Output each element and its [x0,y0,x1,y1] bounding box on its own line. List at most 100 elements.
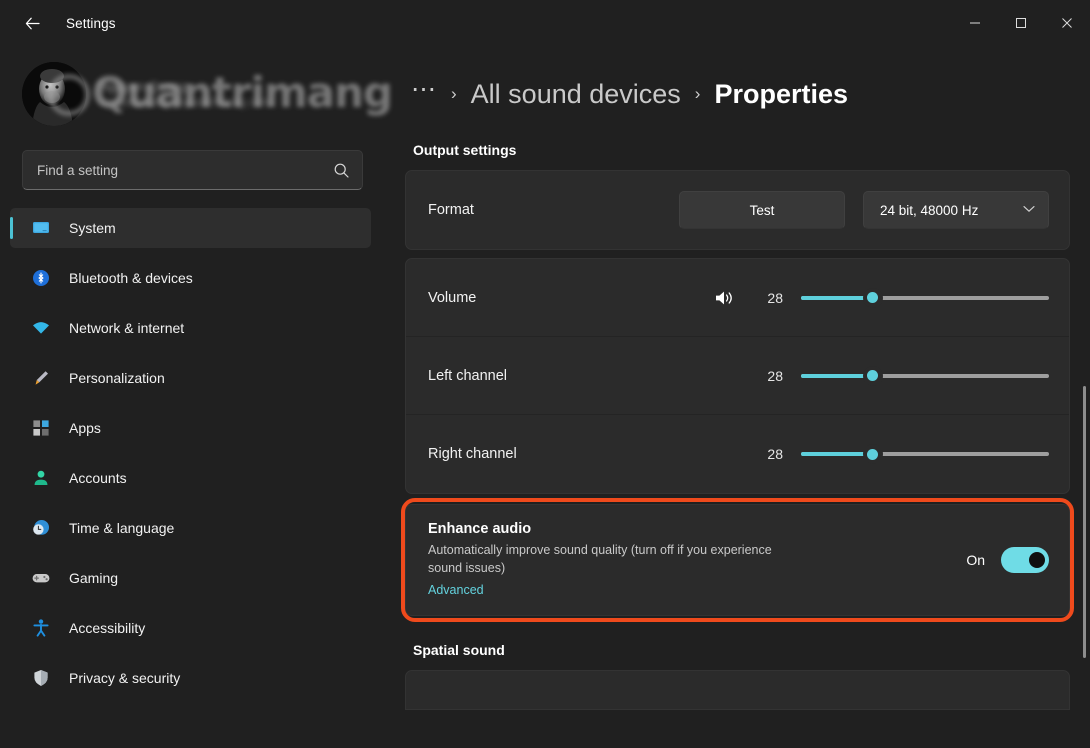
search-input[interactable] [37,163,333,178]
page-title: Properties [714,79,848,110]
close-icon [1061,17,1073,29]
sidebar-item-label: Network & internet [69,320,184,336]
sidebar-item-label: Gaming [69,570,118,586]
slider-thumb[interactable] [863,444,883,464]
format-card: Format Test 24 bit, 48000 Hz [405,170,1070,250]
format-dropdown-value: 24 bit, 48000 Hz [880,203,978,218]
right-channel-controls: 28 [757,443,1049,465]
scrollbar-thumb[interactable] [1083,386,1086,658]
close-button[interactable] [1044,0,1090,46]
advanced-link[interactable]: Advanced [428,583,484,597]
sidebar-item-privacy-security[interactable]: Privacy & security [10,658,371,698]
output-settings-heading: Output settings [405,142,1070,170]
sidebar-item-network-internet[interactable]: Network & internet [10,308,371,348]
enhance-audio-toggle-group: On [966,547,1049,573]
clock-globe-icon [30,517,52,539]
breadcrumb-overflow-button[interactable]: ⋯ [411,89,437,99]
right-channel-value: 28 [757,446,783,462]
minimize-icon [969,17,981,29]
breadcrumb: ⋯ › All sound devices › Properties [405,46,1070,142]
sidebar-item-label: Time & language [69,520,174,536]
format-row: Format Test 24 bit, 48000 Hz [406,171,1069,249]
window-controls [952,0,1090,46]
settings-window: Settings [0,0,1090,748]
volume-controls: 28 [714,287,1049,309]
sidebar-item-system[interactable]: System [10,208,371,248]
account-block[interactable]: Nguyen Quang nguyenquang@quantrimang.com… [0,46,385,142]
shield-icon [30,667,52,689]
enhance-audio-toggle[interactable] [1001,547,1049,573]
sidebar: Nguyen Quang nguyenquang@quantrimang.com… [0,46,385,748]
volume-label: Volume [428,290,714,306]
account-text: Nguyen Quang nguyenquang@quantrimang.com [100,79,270,109]
back-button[interactable] [14,5,50,41]
title-bar: Settings [0,0,1090,46]
window-body: Nguyen Quang nguyenquang@quantrimang.com… [0,46,1090,748]
spatial-sound-card [405,670,1070,710]
sidebar-item-label: Privacy & security [69,670,180,686]
volume-value: 28 [757,290,783,306]
test-button[interactable]: Test [679,191,845,229]
sidebar-nav: System Bluetooth & devices [0,208,385,748]
slider-thumb[interactable] [863,288,883,308]
search-box[interactable] [22,150,363,190]
sidebar-item-accessibility[interactable]: Accessibility [10,608,371,648]
format-controls: Test 24 bit, 48000 Hz [679,191,1049,229]
search-icon [333,162,350,179]
wifi-icon [30,317,52,339]
chevron-right-icon: › [451,84,457,104]
monitor-icon [30,217,52,239]
sidebar-item-gaming[interactable]: Gaming [10,558,371,598]
enhance-audio-card: Enhance audio Automatically improve soun… [405,504,1070,616]
enhance-audio-description: Automatically improve sound quality (tur… [428,541,808,577]
left-channel-slider[interactable] [801,365,1049,387]
maximize-icon [1015,17,1027,29]
toggle-state-label: On [966,552,985,568]
maximize-button[interactable] [998,0,1044,46]
main-content: ⋯ › All sound devices › Properties Outpu… [385,46,1090,748]
chevron-right-icon: › [695,84,701,104]
account-name: Nguyen Quang [100,79,270,94]
enhance-audio-texts: Enhance audio Automatically improve soun… [428,521,966,599]
sidebar-item-time-language[interactable]: Time & language [10,508,371,548]
left-channel-label: Left channel [428,368,757,384]
breadcrumb-parent-link[interactable]: All sound devices [471,79,681,110]
sidebar-item-bluetooth-devices[interactable]: Bluetooth & devices [10,258,371,298]
sidebar-item-label: Personalization [69,370,165,386]
sidebar-item-label: Bluetooth & devices [69,270,193,286]
format-dropdown[interactable]: 24 bit, 48000 Hz [863,191,1049,229]
avatar [22,62,86,126]
enhance-audio-title: Enhance audio [428,521,966,537]
sidebar-item-accounts[interactable]: Accounts [10,458,371,498]
app-title: Settings [66,16,116,31]
right-channel-label: Right channel [428,446,757,462]
apps-icon [30,417,52,439]
volume-slider[interactable] [801,287,1049,309]
spatial-sound-heading: Spatial sound [405,616,1070,670]
avatar-photo-icon [22,62,86,126]
chevron-down-icon [1023,204,1035,216]
paintbrush-icon [30,367,52,389]
right-channel-row: Right channel 28 [406,415,1069,493]
account-email: nguyenquang@quantrimang.com [100,97,270,109]
levels-card: Volume 28 [405,258,1070,494]
sidebar-item-label: System [69,220,116,236]
back-arrow-icon [24,15,41,32]
bluetooth-icon [30,267,52,289]
sidebar-item-label: Apps [69,420,101,436]
scrollbar[interactable] [1083,236,1086,748]
enhance-audio-section: Enhance audio Automatically improve soun… [405,504,1070,616]
accessibility-icon [30,617,52,639]
gamepad-icon [30,567,52,589]
sidebar-item-personalization[interactable]: Personalization [10,358,371,398]
sidebar-item-label: Accounts [69,470,127,486]
left-channel-value: 28 [757,368,783,384]
person-icon [30,467,52,489]
left-channel-controls: 28 [757,365,1049,387]
sidebar-item-label: Accessibility [69,620,145,636]
minimize-button[interactable] [952,0,998,46]
right-channel-slider[interactable] [801,443,1049,465]
sidebar-item-apps[interactable]: Apps [10,408,371,448]
speaker-icon[interactable] [714,289,735,307]
slider-thumb[interactable] [863,366,883,386]
